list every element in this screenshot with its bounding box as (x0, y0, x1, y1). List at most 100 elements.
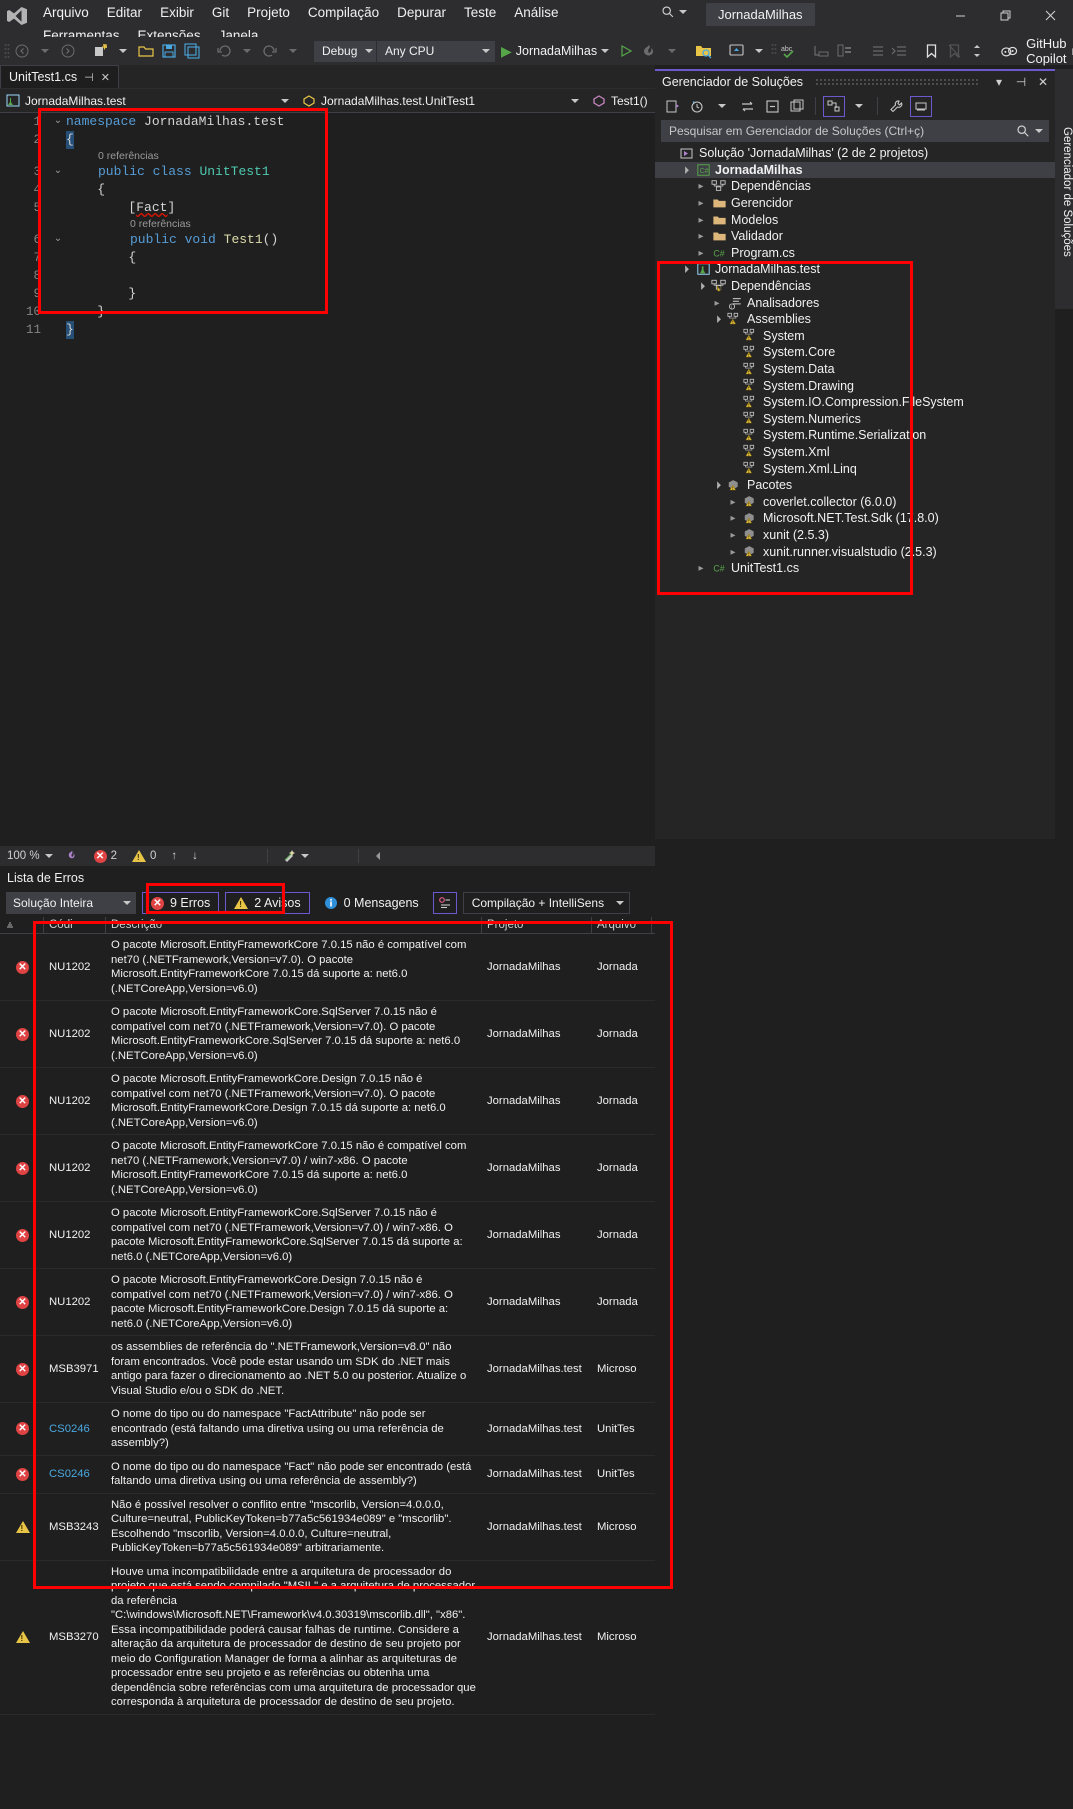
solution-explorer-search-input[interactable] (669, 124, 1011, 138)
expand-collapse-icon[interactable] (966, 40, 988, 62)
collapsed-twisty-icon[interactable]: ▶ (695, 182, 707, 190)
code-editor-surface[interactable]: 1 ⌄ namespace JornadaMilhas.test 2 { 0 r… (0, 113, 655, 846)
tree-item-system-runtime-serialization[interactable]: System.Runtime.Serialization (655, 427, 1055, 444)
toolbar-grip-2[interactable] (771, 42, 777, 60)
comment-selection-icon[interactable] (810, 40, 832, 62)
document-tab-unittest1[interactable]: UnitTest1.cs ⊣ ✕ (0, 65, 119, 88)
error-list-row[interactable]: ✕ NU1202 O pacote Microsoft.EntityFramewor… (0, 1202, 655, 1269)
solution-explorer-switch-views-icon[interactable] (661, 96, 683, 117)
zoom-level-combo[interactable]: 100 % (4, 850, 56, 862)
tree-item-jornadamilhas[interactable]: ◢ C# JornadaMilhas (655, 161, 1055, 179)
new-project-dropdown[interactable] (112, 40, 134, 62)
messages-filter-chip[interactable]: 0 Mensagens (316, 892, 427, 914)
collapsed-twisty-icon[interactable]: ▶ (711, 299, 723, 307)
error-list-settings-icon[interactable] (432, 892, 457, 914)
error-scope-combo[interactable]: Solução Inteira (6, 892, 136, 914)
sync-with-active-document-icon[interactable] (736, 96, 758, 117)
properties-wrench-icon[interactable] (885, 96, 907, 117)
preview-selected-items-icon[interactable] (910, 95, 932, 117)
prev-issue-button[interactable]: ↑ (165, 850, 183, 862)
expanded-twisty-icon[interactable]: ◢ (710, 478, 724, 492)
start-debug-button[interactable]: ▶ JornadaMilhas (496, 43, 614, 60)
chevron-down-icon[interactable] (1035, 129, 1043, 133)
panel-pin-icon[interactable]: ⊣ (1013, 75, 1029, 89)
navbar-member-dropdown[interactable]: Test1() (586, 90, 666, 112)
column-header-code[interactable]: Códi (44, 916, 106, 934)
github-copilot-icon[interactable] (998, 40, 1020, 62)
solution-platform-combo[interactable]: Any CPU (377, 40, 495, 62)
collapsed-twisty-icon[interactable]: ▶ (695, 564, 707, 572)
error-list-row[interactable]: ✕ MSB3971 os assemblies de referência do "… (0, 1336, 655, 1403)
undo-icon[interactable] (213, 40, 235, 62)
quick-launch-search[interactable] (655, 3, 693, 21)
expanded-twisty-icon[interactable]: ◢ (678, 163, 692, 177)
error-list-row[interactable]: ✕ NU1202 O pacote Microsoft.EntityFramewor… (0, 934, 655, 1001)
collapse-panel-button[interactable] (367, 851, 389, 861)
navigate-forward-button[interactable] (57, 40, 79, 62)
tree-item-microsoft-net-test-sdk-17-8-0[interactable]: ▶ Microsoft.NET.Test.Sdk (17.8.0) (655, 510, 1055, 527)
solution-explorer-side-tab[interactable]: Gerenciador de Soluções (1055, 69, 1073, 309)
tree-item-program-cs[interactable]: ▶ C# Program.cs (655, 245, 1055, 262)
codelens-references[interactable]: 0 referências (0, 149, 655, 163)
tree-item-modelos[interactable]: ▶ Modelos (655, 211, 1055, 228)
redo-icon[interactable] (259, 40, 281, 62)
collapsed-twisty-icon[interactable]: ▶ (727, 498, 739, 506)
tree-item-analisadores[interactable]: ▶ i Analisadores (655, 294, 1055, 311)
live-share-dropdown[interactable] (748, 40, 770, 62)
expanded-twisty-icon[interactable]: ◢ (710, 312, 724, 326)
codelens-references[interactable]: 0 referências (0, 217, 655, 231)
tree-item-system[interactable]: System (655, 328, 1055, 345)
collapsed-twisty-icon[interactable]: ▶ (695, 232, 707, 240)
show-all-files-icon[interactable] (786, 96, 808, 117)
column-header-severity[interactable] (0, 916, 44, 934)
tree-item-validador[interactable]: ▶ Validador (655, 228, 1055, 245)
column-header-description[interactable]: Descrição (106, 916, 482, 934)
new-project-icon[interactable] (89, 40, 111, 62)
tree-item-system-io-compression-filesystem[interactable]: System.IO.Compression.FileSystem (655, 394, 1055, 411)
panel-close-icon[interactable]: ✕ (1035, 75, 1051, 89)
collapsed-twisty-icon[interactable]: ▶ (695, 199, 707, 207)
menu-item-exibir[interactable]: Exibir (151, 2, 203, 25)
menu-item-compilacao[interactable]: Compilação (299, 2, 388, 25)
github-copilot-label[interactable]: GitHub Copilot (1026, 36, 1066, 66)
tree-item-assemblies[interactable]: ◢ Assemblies (655, 311, 1055, 328)
navigate-backward-button[interactable] (11, 40, 33, 62)
next-issue-button[interactable]: ↓ (186, 850, 204, 862)
fold-toggle-icon[interactable]: ⌄ (50, 113, 66, 131)
tree-item-unittest1-cs[interactable]: ▶ C# UnitTest1.cs (655, 560, 1055, 577)
save-all-icon[interactable] (181, 40, 203, 62)
toolbar-grip[interactable] (4, 42, 10, 60)
solution-explorer-search[interactable] (661, 120, 1049, 142)
restore-button[interactable] (983, 0, 1028, 30)
collapse-all-icon[interactable] (761, 96, 783, 117)
tree-item-solution-root[interactable]: Solução 'JornadaMilhas' (2 de 2 projetos… (655, 145, 1055, 162)
error-source-combo[interactable]: Compilação + IntelliSens (462, 892, 631, 914)
tree-item-system-drawing[interactable]: System.Drawing (655, 377, 1055, 394)
navigate-backward-dropdown[interactable] (34, 40, 56, 62)
code-cleanup-icon[interactable] (276, 849, 315, 863)
menu-item-depurar[interactable]: Depurar (388, 2, 455, 25)
tree-item-jornadamilhas-test[interactable]: ◢ JornadaMilhas.test (655, 261, 1055, 278)
menu-item-editar[interactable]: Editar (98, 2, 151, 25)
menu-item-projeto[interactable]: Projeto (238, 2, 299, 25)
solution-explorer-filter-icon[interactable] (823, 95, 845, 117)
status-warning-count[interactable]: 0 (126, 850, 162, 862)
menu-item-teste[interactable]: Teste (455, 2, 505, 25)
tree-item-system-data[interactable]: System.Data (655, 361, 1055, 378)
tree-item-system-core[interactable]: System.Core (655, 344, 1055, 361)
tree-item-coverlet-collector-6-0-0[interactable]: ▶ coverlet.collector (6.0.0) (655, 493, 1055, 510)
error-list-row[interactable]: ✕ NU1202 O pacote Microsoft.EntityFramewor… (0, 1269, 655, 1336)
panel-drag-dots[interactable] (815, 78, 979, 86)
column-header-file[interactable]: Arquivo (592, 916, 652, 934)
uncomment-selection-icon[interactable] (833, 40, 855, 62)
undo-dropdown[interactable] (236, 40, 258, 62)
navbar-project-dropdown[interactable]: JornadaMilhas.test (0, 90, 296, 112)
intellisense-status-icon[interactable] (59, 849, 85, 863)
expanded-twisty-icon[interactable]: ◢ (678, 262, 692, 276)
menu-item-analise[interactable]: Análise (505, 2, 567, 25)
tree-item-gerencidor[interactable]: ▶ Gerencidor (655, 195, 1055, 212)
share-icon[interactable] (1068, 40, 1073, 62)
hot-reload-dropdown[interactable] (661, 40, 683, 62)
tree-item-depend-ncias[interactable]: ▶ Dependências (655, 178, 1055, 195)
close-icon[interactable]: ✕ (101, 71, 110, 84)
